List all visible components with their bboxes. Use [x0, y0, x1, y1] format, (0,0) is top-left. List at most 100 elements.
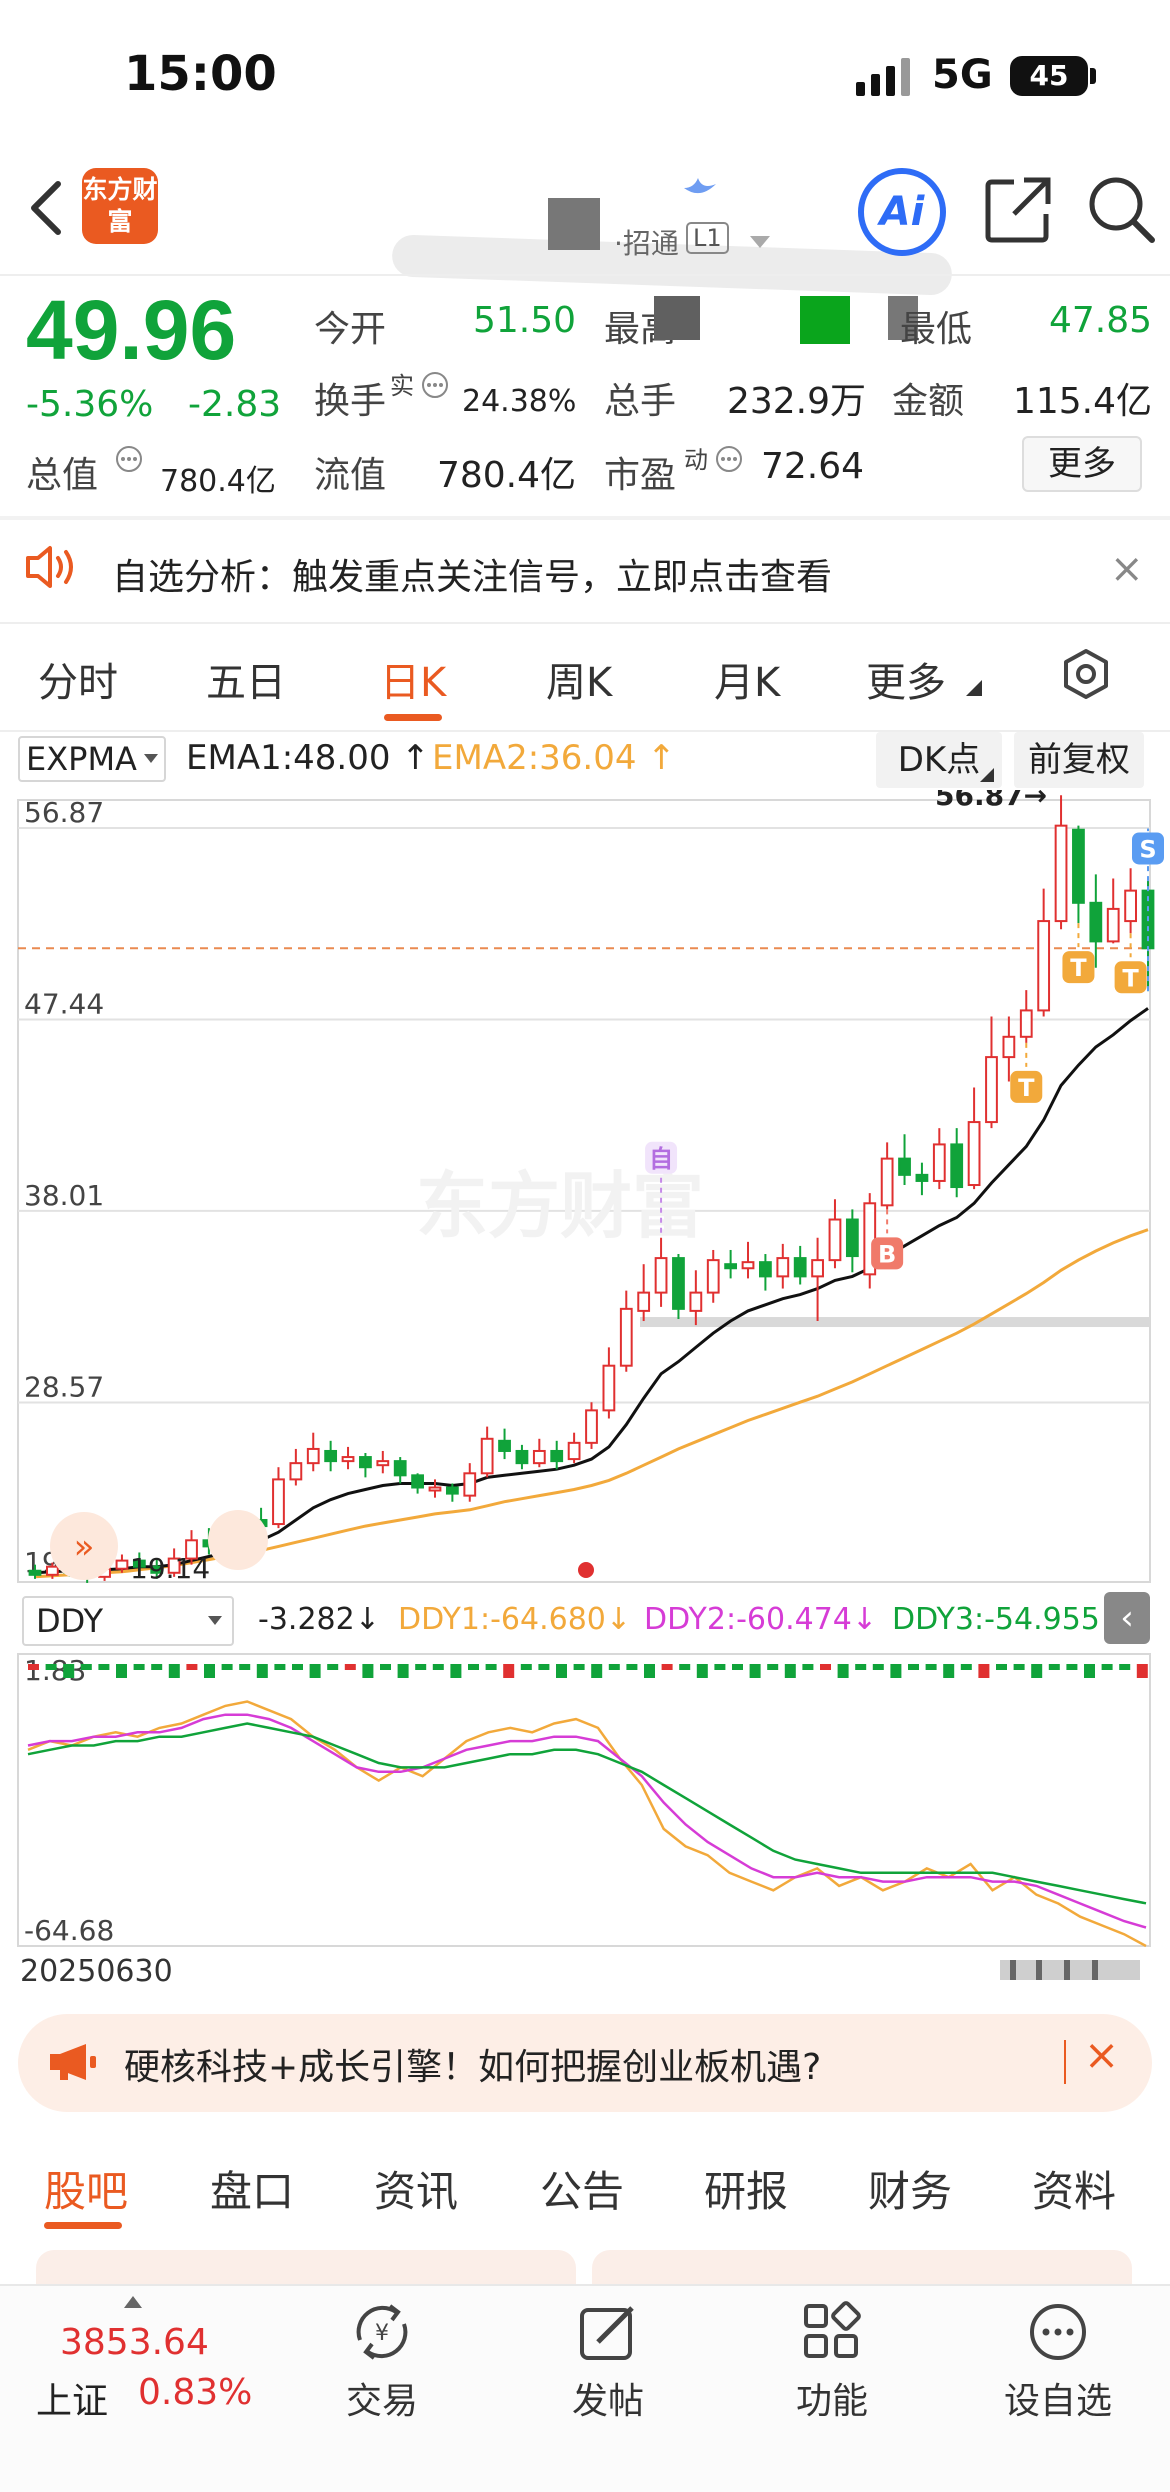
candle — [672, 1257, 685, 1310]
candle — [532, 1449, 546, 1465]
candle — [341, 1456, 355, 1463]
min-price-label: 19.14 — [130, 1552, 210, 1585]
tab-research[interactable]: 研报 — [704, 2158, 788, 2219]
promo-text[interactable]: 硬核科技+成长引擎！如何把握创业板机遇? — [124, 2038, 821, 2090]
nav-add-watchlist[interactable]: 设自选 — [978, 2372, 1138, 2424]
ddy-bar — [837, 1664, 849, 1678]
scroll-left-button[interactable]: ‹ — [1104, 1592, 1150, 1644]
ddy-bar — [591, 1664, 603, 1678]
forward-adjust-button[interactable]: 前复权 — [1014, 732, 1144, 788]
tab-news[interactable]: 资讯 — [374, 2158, 458, 2219]
ema1-value: EMA1:48.00 ↑ — [186, 738, 430, 778]
divider — [0, 516, 1170, 520]
index-name[interactable]: 上证 — [36, 2372, 108, 2424]
active-tab-indicator — [384, 714, 442, 721]
tab-weekly-k[interactable]: 周K — [546, 650, 612, 708]
gear-icon[interactable] — [1060, 648, 1112, 700]
close-promo-button[interactable]: × — [1084, 2030, 1119, 2079]
y-axis-label: 28.57 — [24, 1371, 104, 1404]
stock-code[interactable]: ·招通 — [614, 222, 679, 262]
divider — [0, 622, 1170, 624]
watermark: 东方财富 — [416, 1164, 704, 1248]
index-value[interactable]: 3853.64 — [60, 2322, 209, 2363]
search-icon[interactable] — [1086, 174, 1156, 246]
up-triangle-icon — [124, 2296, 142, 2308]
network-type: 5G — [932, 52, 993, 98]
ddy-bar — [1119, 1664, 1131, 1670]
post-icon[interactable] — [576, 2300, 640, 2364]
candle — [411, 1474, 424, 1489]
marker-label: 自 — [649, 1145, 673, 1173]
ddy-bar — [28, 1664, 39, 1670]
chevron-down-icon — [208, 1616, 222, 1625]
ddy-bar — [151, 1664, 163, 1670]
ddy-bar — [1101, 1664, 1113, 1670]
ddy-axis-label: -64.68 — [24, 1914, 114, 1947]
ddy-bar — [450, 1664, 462, 1678]
amount-value: 115.4亿 — [1012, 381, 1152, 422]
ai-assistant-button[interactable]: Ai — [858, 168, 946, 256]
nav-post[interactable]: 发帖 — [528, 2372, 688, 2424]
candle — [359, 1456, 372, 1469]
share-icon[interactable] — [984, 176, 1052, 244]
ddy-bar — [1013, 1664, 1025, 1670]
ddy-bar — [644, 1664, 655, 1678]
grid-apps-icon[interactable] — [800, 2300, 864, 2364]
svg-text:¥: ¥ — [375, 2321, 389, 2346]
ddy-bar — [362, 1664, 374, 1678]
index-percent[interactable]: 0.83% — [138, 2372, 252, 2413]
tab-five-day[interactable]: 五日 — [206, 650, 286, 708]
tab-pankou[interactable]: 盘口 — [210, 2158, 294, 2219]
ddy-bar — [80, 1664, 92, 1670]
analysis-banner-text[interactable]: 自选分析：触发重点关注信号，立即点击查看 — [112, 548, 832, 600]
ema2-value: EMA2:36.04 ↑ — [432, 738, 676, 778]
more-quote-button[interactable]: 更多 — [1022, 436, 1142, 492]
tab-more[interactable]: 更多 — [866, 650, 946, 708]
ddy-axis-label: 1.83 — [24, 1654, 86, 1687]
marker-label: S — [1139, 835, 1156, 863]
megaphone-icon — [50, 2044, 96, 2080]
tab-daily-k[interactable]: 日K — [380, 650, 446, 708]
ddy-bar — [679, 1664, 691, 1670]
battery-icon: 45 — [1010, 56, 1088, 96]
tab-guba[interactable]: 股吧 — [44, 2158, 128, 2219]
dropdown-caret-icon[interactable] — [750, 236, 770, 250]
ema1-line — [34, 1007, 1149, 1575]
ddy-bar — [538, 1664, 550, 1670]
ddy-bar — [661, 1664, 673, 1670]
ddy-bar — [696, 1664, 708, 1678]
ddy-bar — [239, 1664, 251, 1670]
corner-caret-icon — [966, 680, 982, 696]
candle — [515, 1449, 529, 1465]
nav-functions[interactable]: 功能 — [752, 2372, 912, 2424]
tab-intraday[interactable]: 分时 — [38, 650, 118, 708]
open-label: 今开 — [314, 309, 387, 350]
candle — [741, 1261, 755, 1270]
candle — [289, 1462, 303, 1481]
nav-trade[interactable]: 交易 — [302, 2372, 462, 2424]
info-icon[interactable] — [114, 444, 144, 474]
support-band — [640, 1317, 1150, 1328]
trade-icon[interactable]: ¥ — [350, 2300, 414, 2364]
ddy-bar — [608, 1664, 620, 1670]
info-icon[interactable] — [714, 444, 744, 474]
back-arrow-icon[interactable] — [26, 178, 66, 238]
close-banner-button[interactable]: × — [1110, 546, 1144, 592]
redacted-date — [1000, 1960, 1140, 1980]
ddy-bar — [890, 1664, 902, 1678]
tab-announcements[interactable]: 公告 — [540, 2158, 624, 2219]
ddy-indicator-select[interactable]: DDY — [22, 1596, 234, 1646]
candle — [585, 1409, 598, 1444]
tab-finance[interactable]: 财务 — [868, 2158, 952, 2219]
tab-profile[interactable]: 资料 — [1032, 2158, 1116, 2219]
info-icon[interactable] — [420, 370, 450, 400]
marker-label: B — [878, 1240, 896, 1268]
ddy-bar — [344, 1664, 356, 1670]
ddy-bar — [292, 1664, 303, 1670]
ddy-bar — [802, 1664, 814, 1670]
more-circle-icon[interactable] — [1026, 2300, 1090, 2364]
ddy-bar — [116, 1664, 127, 1678]
change-percent: -5.36% — [26, 384, 154, 425]
kline-chart[interactable]: 东方财富56.8747.4438.0128.5719.1456.87→19.14… — [0, 790, 1170, 1960]
tab-monthly-k[interactable]: 月K — [714, 650, 780, 708]
